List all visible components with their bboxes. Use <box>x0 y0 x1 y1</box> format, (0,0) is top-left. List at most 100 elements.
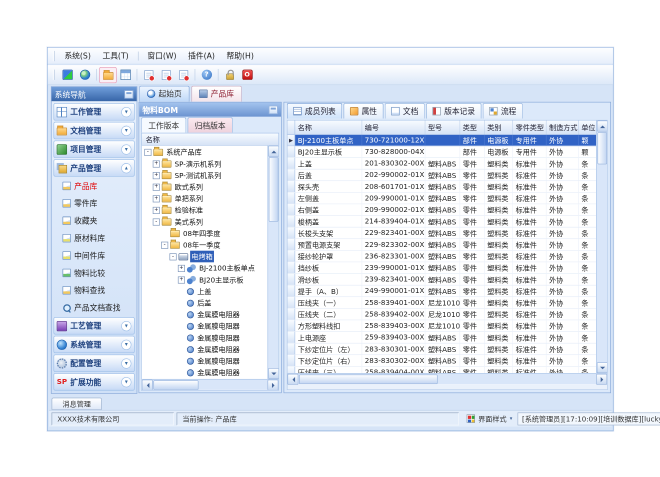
toolbar-button[interactable]: ? <box>198 67 215 83</box>
toolbar-button[interactable]: O <box>238 67 255 83</box>
sidebar-item[interactable]: 工作管理▾ <box>53 103 134 120</box>
table-row[interactable]: 后盖202-990002-01X塑料ABS零件塑料类标准件外协条 <box>287 170 596 182</box>
sidebar-item[interactable]: 配置管理▾ <box>53 354 134 371</box>
tree-node[interactable]: 金属膜电阻器 <box>142 320 268 332</box>
tree-horizontal-scrollbar[interactable] <box>142 379 279 390</box>
chevron-icon[interactable]: ▾ <box>121 144 131 154</box>
chevron-icon[interactable]: ▾ <box>121 358 131 368</box>
tree-node[interactable]: -美式系列 <box>142 216 268 228</box>
tree-node[interactable]: 后盖 <box>142 297 268 309</box>
menu-item[interactable]: 帮助(H) <box>221 48 260 64</box>
menu-item[interactable]: 工具(T) <box>97 48 135 64</box>
ui-style-selector[interactable]: 界面样式 ▾ <box>464 413 515 423</box>
tree-expander-icon[interactable]: + <box>178 265 185 272</box>
toolbar-button[interactable] <box>76 67 93 83</box>
scroll-left-icon[interactable] <box>287 374 298 385</box>
grid-vertical-scrollbar[interactable] <box>596 121 607 374</box>
toolbar-button[interactable] <box>59 67 76 83</box>
table-row[interactable]: 方形塑料线扣258-839403-00X尼龙1010零件塑料类标准件外协条 <box>287 320 596 332</box>
table-row[interactable]: 压线夹（二）258-839402-00X尼龙1010零件塑料类标准件外协条 <box>287 309 596 321</box>
table-row[interactable]: 预置电源支架229-823302-00X塑料ABS零件塑料类标准件外协条 <box>287 239 596 251</box>
sidebar-item[interactable]: 原材料库 <box>53 230 134 246</box>
toolbar-button[interactable] <box>140 67 157 83</box>
sidebar-item[interactable]: 零件库 <box>53 195 134 211</box>
scrollbar-thumb[interactable] <box>299 374 438 384</box>
tree-node[interactable]: 金属膜电阻器 <box>142 309 268 321</box>
tree-expander-icon[interactable]: - <box>170 253 177 260</box>
tree-expander-icon[interactable]: - <box>153 218 160 225</box>
tree-node[interactable]: -电烤箱 <box>142 251 268 263</box>
toolbar-button[interactable] <box>137 69 138 81</box>
grid-header-part-type[interactable]: 零件类型 <box>513 121 547 135</box>
table-row[interactable]: 挡纱板239-990001-01X塑料ABS零件塑料类标准件外协条 <box>287 262 596 274</box>
chevron-icon[interactable]: ▾ <box>121 321 131 331</box>
grid-header-code[interactable]: 编号 <box>362 121 425 135</box>
menu-item[interactable]: 插件(A) <box>182 48 220 64</box>
pin-icon[interactable] <box>269 105 278 113</box>
tree-node[interactable]: +单把系列 <box>142 193 268 205</box>
document-tab[interactable]: 起始页 <box>139 86 189 102</box>
scroll-down-icon[interactable] <box>268 368 278 379</box>
table-row[interactable]: 右侧盖209-990002-01X塑料ABS零件塑料类标准件外协条 <box>287 204 596 216</box>
tree-column-header[interactable]: 名称 <box>141 133 279 146</box>
bom-tab[interactable]: 归档版本 <box>188 117 233 132</box>
tree-node[interactable]: +检验标准 <box>142 204 268 216</box>
scroll-right-icon[interactable] <box>267 380 278 391</box>
scroll-up-icon[interactable] <box>597 121 607 132</box>
table-row[interactable]: 下纱定位片（左）283-830301-00X塑料ABS零件塑料类标准件外协条 <box>287 344 596 356</box>
tree-node[interactable]: 金属膜电阻器 <box>142 344 268 356</box>
scroll-up-icon[interactable] <box>268 146 278 157</box>
table-row[interactable]: 接纱轮护罩236-823301-00X塑料ABS零件塑料类标准件外协条 <box>287 251 596 263</box>
tree-expander-icon[interactable]: - <box>161 241 168 248</box>
tree-node[interactable]: -系统产品库 <box>142 146 268 158</box>
grid-header-type[interactable]: 类型 <box>460 121 484 135</box>
sidebar-item[interactable]: 产品文档查找 <box>53 300 134 316</box>
sidebar-item[interactable]: 文档管理▾ <box>53 122 134 139</box>
sidebar-item[interactable]: SP扩展功能▾ <box>53 373 134 390</box>
members-tab[interactable]: 流程 <box>483 103 523 118</box>
tree-node[interactable]: 金属膜电阻器 <box>142 355 268 367</box>
sidebar-item[interactable]: 物料比较 <box>53 265 134 281</box>
tree-expander-icon[interactable]: + <box>153 195 160 202</box>
toolbar-button[interactable] <box>99 67 116 83</box>
table-row[interactable]: BJ20主显示板730-828000-04X部件电源板专用件外协颗 <box>287 146 596 158</box>
sidebar-item[interactable]: 产品库 <box>53 178 134 194</box>
sidebar-item[interactable]: 中间件库 <box>53 247 134 263</box>
tree-expander-icon[interactable]: - <box>144 149 151 156</box>
scrollbar-thumb[interactable] <box>597 132 607 164</box>
tree-expander-icon[interactable]: + <box>153 160 160 167</box>
scroll-right-icon[interactable] <box>596 374 607 385</box>
members-tab[interactable]: 成员列表 <box>287 103 342 118</box>
tree-node[interactable]: -08年一季度 <box>142 239 268 251</box>
table-row[interactable]: 上电源座259-839403-00X塑料ABS零件塑料类标准件外协条 <box>287 332 596 344</box>
tree-expander-icon[interactable]: + <box>178 276 185 283</box>
sidebar-item[interactable]: 工艺管理▾ <box>53 317 134 334</box>
table-row[interactable]: 滑纱板239-823401-00X塑料ABS零件塑料类标准件外协条 <box>287 274 596 286</box>
table-row[interactable]: 梭柄盖214-839404-01X塑料ABS零件塑料类标准件外协条 <box>287 216 596 228</box>
tree-node[interactable]: 金属膜电阻器 <box>142 367 268 379</box>
scrollbar-thumb[interactable] <box>269 157 279 221</box>
tree-node[interactable]: +SP-演示机系列 <box>142 158 268 170</box>
grid-horizontal-scrollbar[interactable] <box>287 373 607 384</box>
toolbar-button[interactable] <box>96 69 97 81</box>
scrollbar-thumb[interactable] <box>153 380 198 390</box>
table-row[interactable]: 长梭头支架229-823401-00X塑料ABS零件塑料类标准件外协条 <box>287 228 596 240</box>
chevron-icon[interactable]: ▾ <box>121 377 131 387</box>
sidebar-item[interactable]: 产品管理▴ <box>53 159 134 176</box>
sidebar-item[interactable]: 物料查找 <box>53 282 134 298</box>
tree-node[interactable]: +SP-测试机系列 <box>142 170 268 182</box>
tree-node[interactable]: 金属膜电阻器 <box>142 332 268 344</box>
sidebar-item[interactable]: 项目管理▾ <box>53 141 134 158</box>
members-tab[interactable]: 属性 <box>344 103 384 118</box>
tree-expander-icon[interactable]: + <box>153 207 160 214</box>
members-tab[interactable]: 文档 <box>385 103 425 118</box>
tree-node[interactable]: +BJ-2100主板单点 <box>142 262 268 274</box>
table-row[interactable]: 下纱定位片（右）283-830302-00X塑料ABS零件塑料类标准件外协条 <box>287 355 596 367</box>
document-tab[interactable]: 产品库 <box>191 86 241 102</box>
tree-node[interactable]: +欧式系列 <box>142 181 268 193</box>
table-row[interactable]: ▶BJ-2100主板单点730-721000-12X部件电源板专用件外协颗 <box>287 135 596 147</box>
table-row[interactable]: 上盖201-830302-00X塑料ABS零件塑料类标准件外协条 <box>287 158 596 170</box>
grid-header-category[interactable]: 类别 <box>485 121 513 135</box>
menu-item[interactable] <box>138 51 139 60</box>
tree-expander-icon[interactable]: + <box>153 183 160 190</box>
